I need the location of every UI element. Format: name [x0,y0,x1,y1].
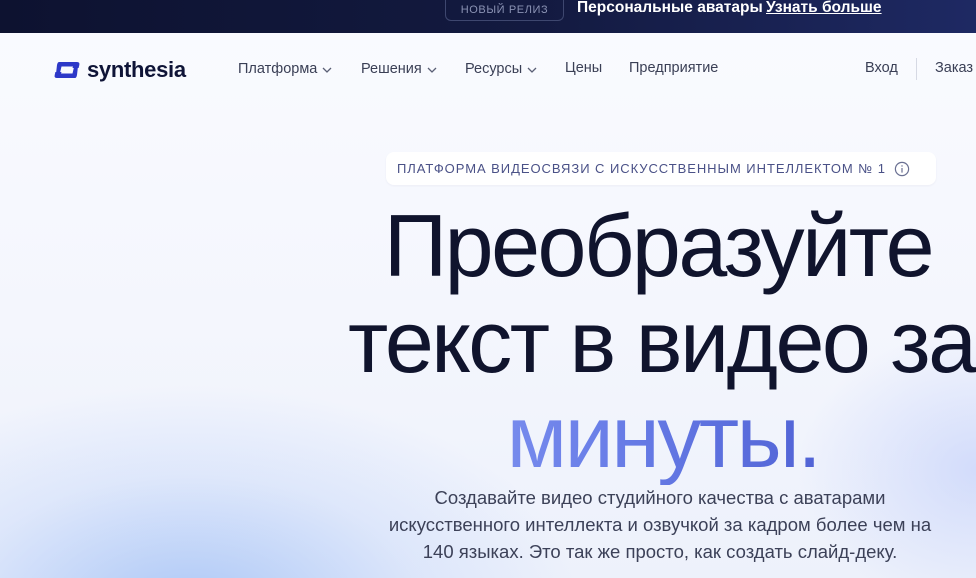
announcement-message: Персональные аватары [577,0,763,16]
nav-item-label: Цены [565,60,603,76]
hero-subtitle-line: 140 языках. Это так же просто, как созда… [422,541,898,562]
nav-item-pricing[interactable]: Цены [565,60,602,76]
new-release-badge: НОВЫЙ РЕЛИЗ [445,0,564,21]
order-button[interactable]: Заказ [935,60,973,76]
logo-wordmark: synthesia [87,57,186,82]
announcement-bar: НОВЫЙ РЕЛИЗ Персональные аватары Узнать … [0,0,976,33]
login-link[interactable]: Вход [865,60,898,76]
hero-eyebrow-pill: ПЛАТФОРМА ВИДЕОСВЯЗИ С ИСКУССТВЕННЫМ ИНТ… [386,152,936,185]
hero-title-line-1: Преобразуйте [383,196,935,295]
hero-title-highlight: минуты. [350,389,976,485]
nav-item-label: Платформа [238,60,318,77]
nav-item-label: Ресурсы [465,60,523,77]
chevron-down-icon [527,61,537,77]
synthesia-logo-icon [53,60,81,80]
hero-eyebrow-text: ПЛАТФОРМА ВИДЕОСВЯЗИ С ИСКУССТВЕННЫМ ИНТ… [397,161,886,176]
learn-more-link[interactable]: Узнать больше [766,0,882,17]
nav-item-solutions[interactable]: Решения [361,60,437,77]
chevron-down-icon [322,61,332,77]
hero-subtitle: Создавайте видео студийного качества с а… [350,484,970,565]
nav-item-resources[interactable]: Ресурсы [465,60,537,77]
synthesia-logo[interactable]: synthesia [53,57,186,82]
header-divider [916,58,917,80]
hero-subtitle-line: Создавайте видео студийного качества с а… [434,487,886,508]
chevron-down-icon [427,61,437,77]
hero-subtitle-line: искусственного интеллекта и озвучкой за … [388,514,932,535]
nav-item-label: Решения [361,60,422,77]
nav-item-enterprise[interactable]: Предприятие [629,60,718,76]
hero-title-line-2: текст в видео за [348,292,976,391]
nav-item-label: Предприятие [629,60,719,76]
nav-item-platform[interactable]: Платформа [238,60,332,77]
info-icon[interactable] [894,161,910,177]
